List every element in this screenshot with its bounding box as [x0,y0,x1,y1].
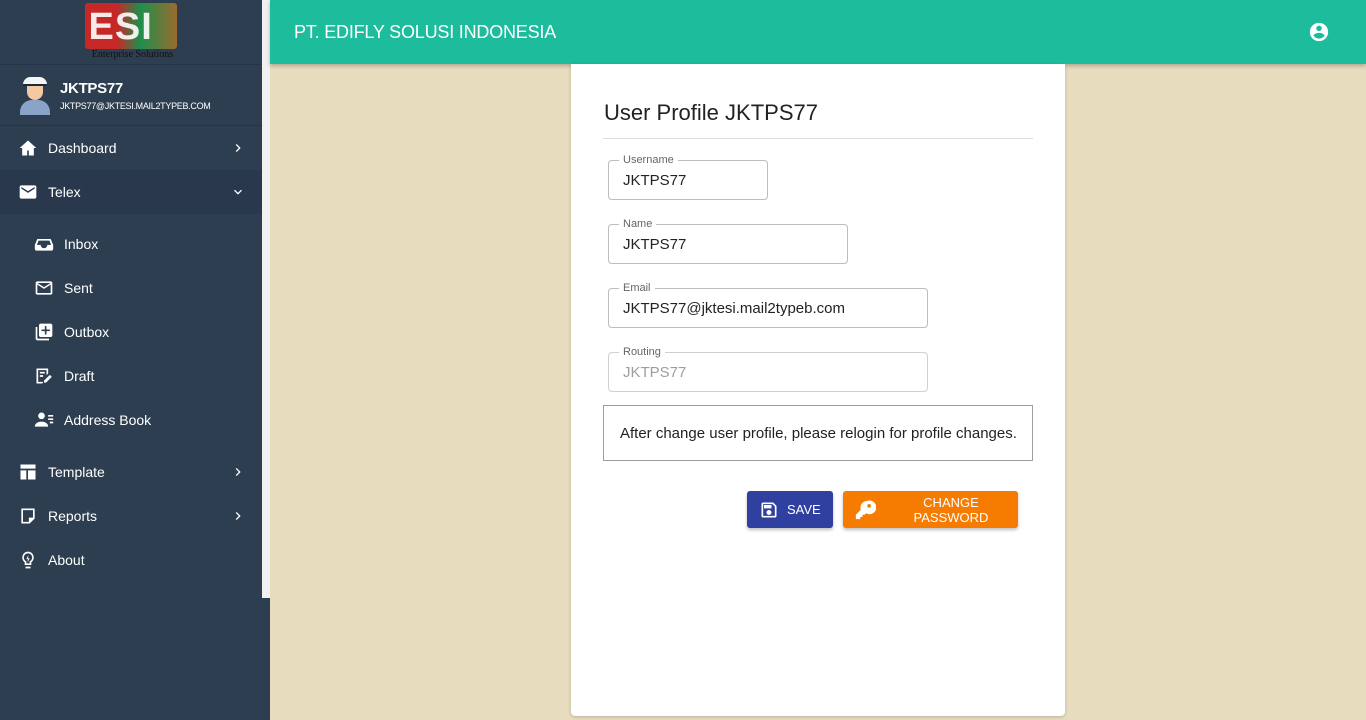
contacts-icon [34,410,54,430]
routing-input [623,364,921,381]
email-input[interactable] [623,300,921,317]
sidebar-item-inbox[interactable]: Inbox [0,222,270,266]
top-app-bar: PT. EDIFLY SOLUSI INDONESIA [270,0,1366,64]
sidebar-item-dashboard[interactable]: Dashboard [0,126,270,170]
logo-letters: ESI [88,6,153,48]
sidebar-item-label: Sent [64,280,93,296]
envelope-icon [18,182,38,202]
account-circle-icon[interactable] [1308,21,1330,43]
sidebar-scrollbar[interactable] [262,0,270,598]
change-password-button[interactable]: CHANGE PASSWORD [843,491,1018,528]
logo-tagline: Enterprise Solutions [91,49,174,60]
note-icon [18,506,38,526]
sidebar-item-about[interactable]: About [0,538,270,582]
sidebar-item-label: Template [48,464,105,480]
user-email: JKTPS77@JKTESI.MAIL2TYPEB.COM [60,100,211,111]
sidebar-item-label: Draft [64,368,95,384]
sidebar-item-outbox[interactable]: Outbox [0,310,270,354]
routing-field: Routing [608,345,928,392]
library-add-icon [34,322,54,342]
save-icon [761,502,777,517]
routing-label: Routing [619,345,665,359]
divider [603,138,1033,139]
sidebar-item-label: Outbox [64,324,110,340]
chevron-right-icon [235,512,241,520]
mail-outline-icon [34,278,54,298]
layout-icon [18,462,38,482]
home-icon [18,138,38,158]
sidebar-item-address-book[interactable]: Address Book [0,398,270,442]
key-icon [855,499,876,519]
username-label: Username [619,153,678,167]
name-input[interactable] [623,236,841,253]
email-label: Email [619,281,655,295]
sidebar-item-telex[interactable]: Telex [0,170,270,214]
sidebar-item-label: Address Book [64,412,152,428]
save-button-label: SAVE [787,502,821,517]
sidebar-item-reports[interactable]: Reports [0,494,270,538]
email-field: Email [608,281,928,328]
sidebar-item-label: Telex [48,184,81,200]
lightbulb-icon [18,550,38,570]
chevron-down-icon [234,189,242,195]
sidebar-item-draft[interactable]: Draft [0,354,270,398]
sidebar-item-label: Reports [48,508,98,524]
chevron-right-icon [235,144,241,152]
user-name: JKTPS77 [60,79,123,97]
inbox-icon [34,234,54,254]
page-title: User Profile JKTPS77 [604,100,818,125]
sidebar: ESI Enterprise Solutions JKTPS77 JKTPS77… [0,0,270,720]
company-logo: ESI Enterprise Solutions [83,0,183,60]
company-name: PT. EDIFLY SOLUSI INDONESIA [294,21,557,42]
sidebar-item-label: Dashboard [48,140,117,156]
username-input[interactable] [623,172,761,189]
profile-card: User Profile JKTPS77 Username Name Email… [571,64,1065,716]
save-button[interactable]: SAVE [747,491,833,528]
edit-note-icon [34,366,54,386]
change-password-label: CHANGE PASSWORD [913,494,989,525]
name-label: Name [619,217,657,231]
name-field: Name [608,217,848,264]
chevron-right-icon [235,468,241,476]
logo-area: ESI Enterprise Solutions [0,0,270,65]
user-panel: JKTPS77 JKTPS77@JKTESI.MAIL2TYPEB.COM [0,65,270,126]
relogin-notice: After change user profile, please relogi… [603,405,1033,461]
sidebar-item-sent[interactable]: Sent [0,266,270,310]
avatar [18,75,52,115]
sidebar-item-label: About [48,552,85,568]
sidebar-item-label: Inbox [64,236,99,252]
sidebar-item-template[interactable]: Template [0,450,270,494]
username-field: Username [608,153,768,200]
